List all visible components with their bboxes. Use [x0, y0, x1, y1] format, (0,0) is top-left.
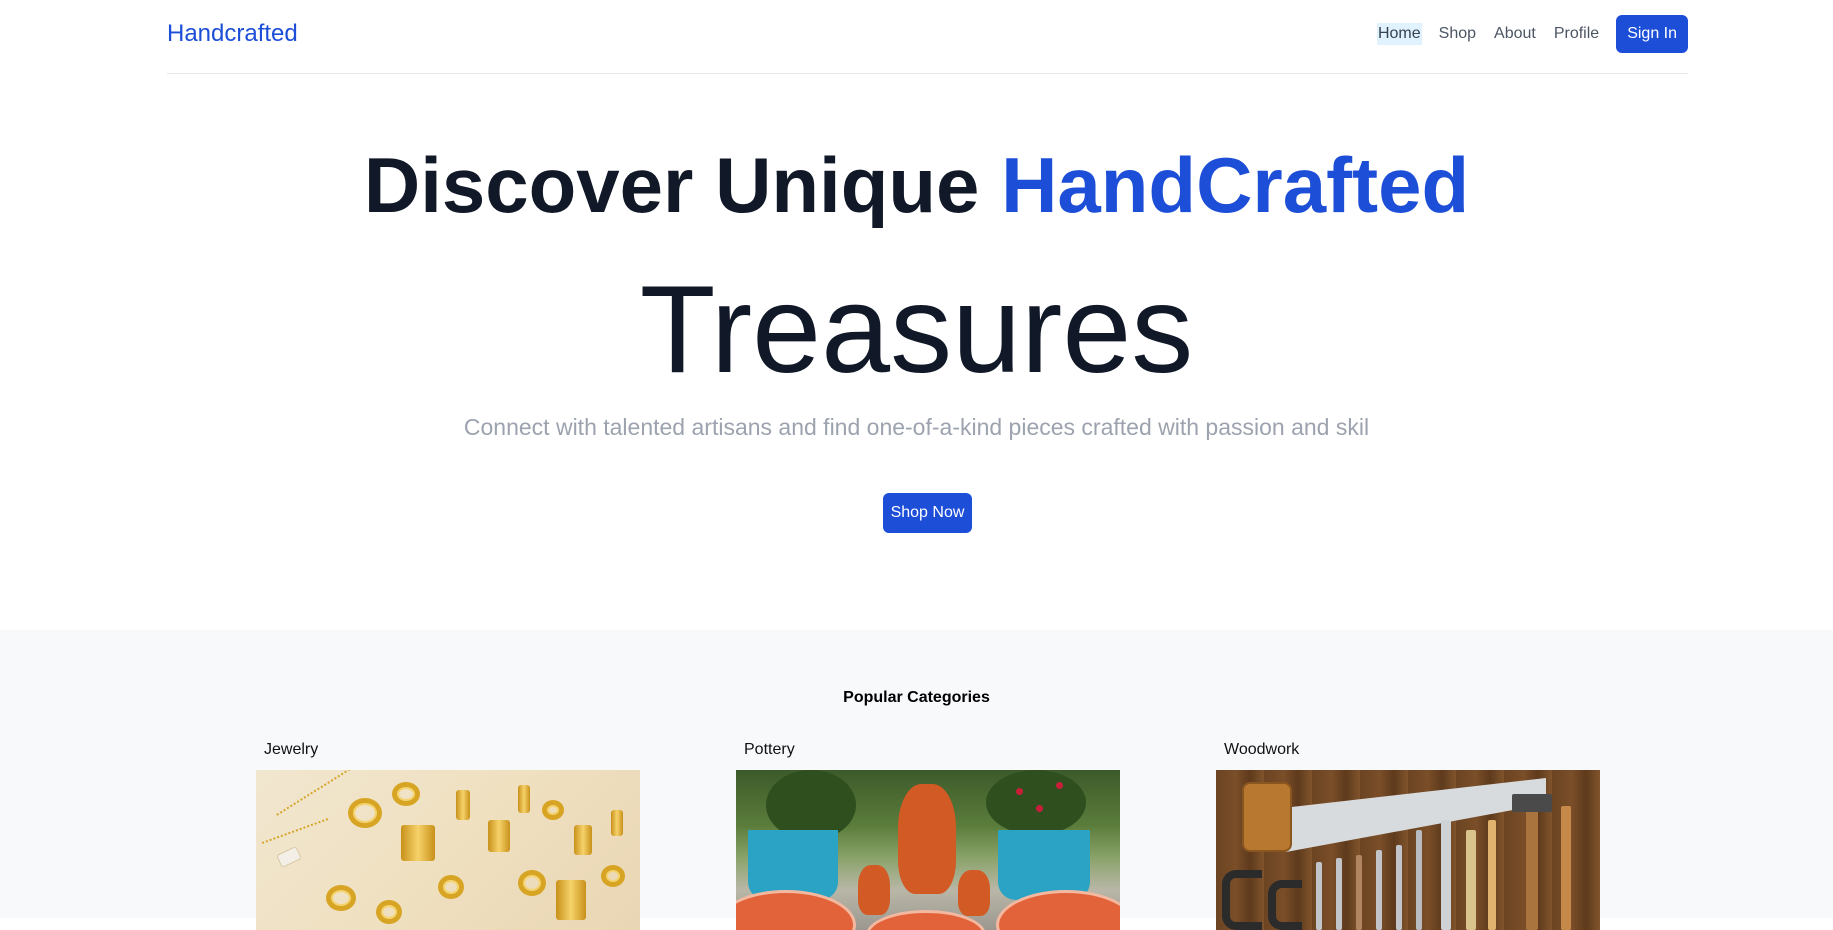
category-label: Pottery	[744, 741, 795, 758]
category-card-pottery[interactable]: Pottery	[736, 740, 1120, 930]
ring	[376, 900, 402, 924]
pitcher	[898, 784, 956, 894]
category-card-jewelry[interactable]: Jewelry	[256, 740, 640, 930]
flower	[1036, 805, 1043, 812]
ring	[542, 800, 564, 820]
woodwork-image[interactable]	[1216, 770, 1600, 930]
chain	[276, 770, 354, 816]
ring	[326, 885, 356, 911]
chain	[261, 818, 329, 844]
top-navbar: Handcrafted Home Shop About Profile Sign…	[167, 0, 1688, 74]
ring	[518, 870, 546, 896]
chisel	[1488, 820, 1496, 930]
saw-handle	[1242, 782, 1292, 852]
category-card-woodwork[interactable]: Woodwork	[1216, 740, 1600, 930]
hero-title-accent: HandCrafted	[1001, 141, 1470, 229]
ring	[348, 798, 382, 828]
nav-link-home[interactable]: Home	[1376, 23, 1422, 45]
ring	[438, 875, 464, 899]
clamp	[1268, 880, 1302, 930]
earring	[488, 820, 510, 852]
sign-in-button[interactable]: Sign In	[1616, 15, 1688, 53]
cup	[958, 870, 990, 916]
ring	[601, 865, 625, 887]
popular-categories-section: Popular Categories Jewelry Pottery Woodw…	[0, 630, 1833, 930]
ring	[392, 782, 420, 806]
flower	[1016, 788, 1023, 795]
plate	[736, 890, 856, 930]
earring	[611, 810, 623, 836]
hero-title-part1: Discover Unique	[363, 141, 1002, 229]
shop-now-button[interactable]: Shop Now	[883, 493, 972, 533]
earring	[456, 790, 470, 820]
pottery-image[interactable]	[736, 770, 1120, 930]
jewelry-image[interactable]	[256, 770, 640, 930]
hero-title: Discover Unique HandCrafted	[0, 140, 1833, 230]
flower	[1056, 782, 1063, 789]
nav-link-about[interactable]: About	[1493, 23, 1537, 45]
drill-bit	[1376, 850, 1382, 930]
hero-section: Discover Unique HandCrafted Treasures Co…	[0, 74, 1833, 630]
caliper	[1441, 820, 1451, 930]
nav-link-shop[interactable]: Shop	[1438, 23, 1477, 45]
nav-links: Home Shop About Profile Sign In	[1376, 15, 1688, 53]
earring	[518, 785, 530, 813]
categories-title: Popular Categories	[843, 689, 990, 706]
ruler	[1466, 830, 1476, 930]
pendant-tag	[276, 846, 302, 868]
hero-title-line2: Treasures	[639, 261, 1194, 399]
screwdriver	[1416, 830, 1422, 930]
stacked-ring	[401, 825, 435, 861]
brand-logo[interactable]: Handcrafted	[167, 20, 298, 48]
plant	[986, 770, 1086, 835]
earring	[574, 825, 592, 855]
stacked-ring	[556, 880, 586, 920]
clamp	[1222, 870, 1262, 930]
hammer-handle	[1526, 800, 1538, 930]
nav-link-profile[interactable]: Profile	[1553, 23, 1600, 45]
category-label: Woodwork	[1224, 741, 1300, 758]
screwdriver	[1336, 858, 1342, 930]
hammer-handle	[1561, 806, 1571, 930]
hammer-head	[1512, 794, 1552, 812]
screwdriver	[1316, 862, 1322, 930]
drill-bit	[1396, 845, 1402, 930]
category-label: Jewelry	[264, 741, 319, 758]
hero-subtitle: Connect with talented artisans and find …	[463, 414, 1370, 440]
awl	[1356, 855, 1362, 930]
cup	[858, 865, 890, 915]
